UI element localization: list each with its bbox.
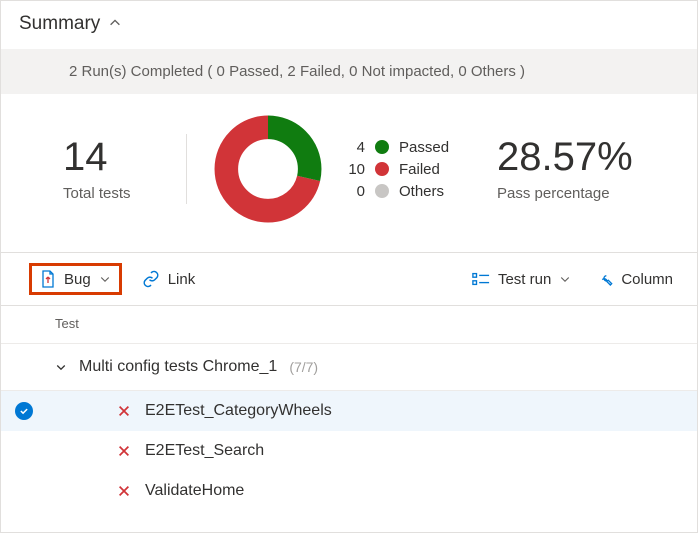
link-icon (142, 270, 160, 288)
test-run-dropdown[interactable]: Test run (466, 267, 577, 292)
legend-passed: 4 Passed (343, 139, 449, 156)
link-label: Link (168, 271, 196, 288)
pass-pct-value: 28.57% (497, 137, 633, 177)
fail-x-icon (117, 404, 131, 418)
legend-others: 0 Others (343, 183, 449, 200)
test-run-label: Test run (498, 271, 551, 288)
total-tests-label: Total tests (63, 185, 186, 202)
chart-legend: 4 Passed 10 Failed 0 Others (343, 134, 449, 205)
test-name: E2ETest_Search (145, 442, 264, 460)
column-options-button[interactable]: Column (591, 267, 679, 292)
failed-swatch-icon (375, 162, 389, 176)
column-label: Column (621, 271, 673, 288)
summary-header[interactable]: Summary (1, 1, 697, 49)
pass-pct-label: Pass percentage (497, 185, 633, 202)
bug-label: Bug (64, 271, 91, 288)
chevron-up-icon (108, 16, 122, 33)
bug-file-icon (40, 270, 56, 288)
group-name: Multi config tests Chrome_1 (79, 358, 277, 376)
legend-failed: 10 Failed (343, 161, 449, 178)
link-button[interactable]: Link (136, 266, 202, 292)
group-count: (7/7) (289, 359, 318, 375)
test-group-row[interactable]: Multi config tests Chrome_1 (7/7) (1, 344, 697, 391)
metric-total-tests: 14 Total tests (1, 137, 186, 202)
passed-swatch-icon (375, 140, 389, 154)
donut-chart-icon (213, 114, 323, 224)
fail-x-icon (117, 484, 131, 498)
bug-button[interactable]: Bug (29, 263, 122, 295)
chevron-down-icon (99, 273, 111, 285)
chevron-down-icon (559, 273, 571, 285)
test-name: ValidateHome (145, 482, 244, 500)
checkmark-icon[interactable] (15, 402, 33, 420)
group-icon (472, 271, 490, 287)
results-toolbar: Bug Link Test run Column (1, 252, 697, 306)
total-tests-value: 14 (63, 137, 186, 177)
test-name: E2ETest_CategoryWheels (145, 402, 332, 420)
run-status-bar: 2 Run(s) Completed ( 0 Passed, 2 Failed,… (1, 49, 697, 94)
result-chart: 4 Passed 10 Failed 0 Others (187, 114, 477, 224)
test-row[interactable]: ValidateHome (1, 471, 697, 511)
others-swatch-icon (375, 184, 389, 198)
column-header-test[interactable]: Test (1, 306, 697, 344)
metric-pass-percentage: 28.57% Pass percentage (477, 137, 633, 202)
test-row[interactable]: E2ETest_Search (1, 431, 697, 471)
summary-title: Summary (19, 13, 100, 35)
fail-x-icon (117, 444, 131, 458)
metrics-row: 14 Total tests 4 Passed 10 Failed 0 Othe (1, 94, 697, 252)
test-row[interactable]: E2ETest_CategoryWheels (1, 391, 697, 431)
wrench-icon (597, 271, 613, 287)
chevron-down-icon (55, 361, 67, 373)
